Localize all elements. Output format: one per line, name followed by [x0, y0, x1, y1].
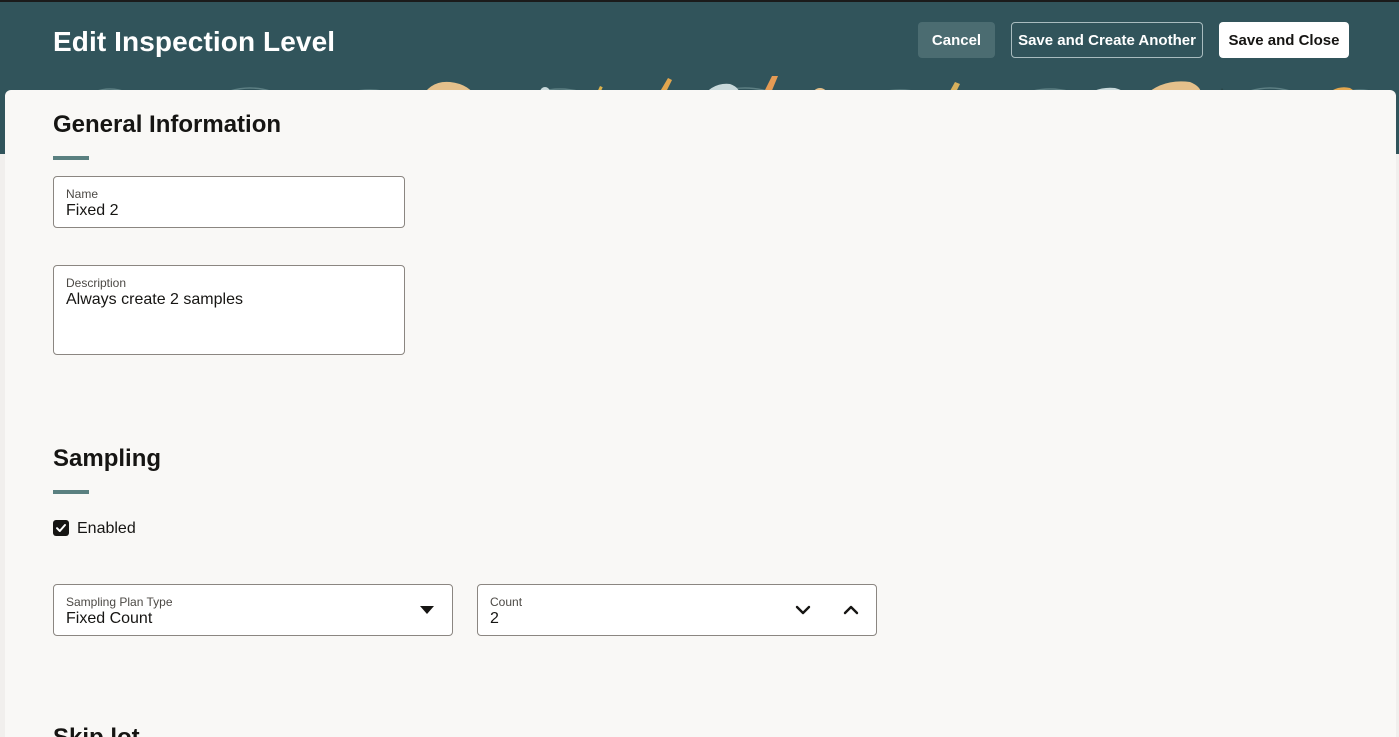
- count-value: 2: [490, 610, 499, 627]
- description-field[interactable]: Description Always create 2 samples: [53, 265, 405, 355]
- count-label: Count: [490, 595, 523, 609]
- general-information-heading: General Information: [53, 111, 282, 138]
- caret-down-icon[interactable]: [416, 599, 438, 621]
- check-icon: [56, 524, 66, 532]
- name-value: Fixed 2: [66, 202, 119, 219]
- sampling-plan-type-value: Fixed Count: [66, 610, 153, 627]
- page-title: Edit Inspection Level: [53, 26, 336, 57]
- count-stepper[interactable]: Count 2: [477, 584, 877, 636]
- sampling-plan-type-label: Sampling Plan Type: [66, 595, 173, 609]
- chevron-up-icon[interactable]: [840, 599, 862, 621]
- enabled-checkbox[interactable]: [53, 520, 69, 536]
- description-label: Description: [66, 276, 127, 290]
- name-field[interactable]: Name Fixed 2: [53, 176, 405, 228]
- name-label: Name: [66, 187, 99, 201]
- section-accent-bar: [53, 490, 89, 494]
- save-and-create-another-button[interactable]: Save and Create Another: [1011, 22, 1203, 58]
- cancel-button[interactable]: Cancel: [918, 22, 995, 58]
- sampling-plan-type-select[interactable]: Sampling Plan Type Fixed Count: [53, 584, 453, 636]
- skip-lot-heading: Skip lot: [53, 724, 140, 737]
- section-accent-bar: [53, 156, 89, 160]
- enabled-label: Enabled: [77, 520, 136, 537]
- save-and-close-button[interactable]: Save and Close: [1219, 22, 1349, 58]
- sampling-heading: Sampling: [53, 445, 162, 472]
- description-value: Always create 2 samples: [66, 291, 243, 308]
- chevron-down-icon[interactable]: [792, 599, 814, 621]
